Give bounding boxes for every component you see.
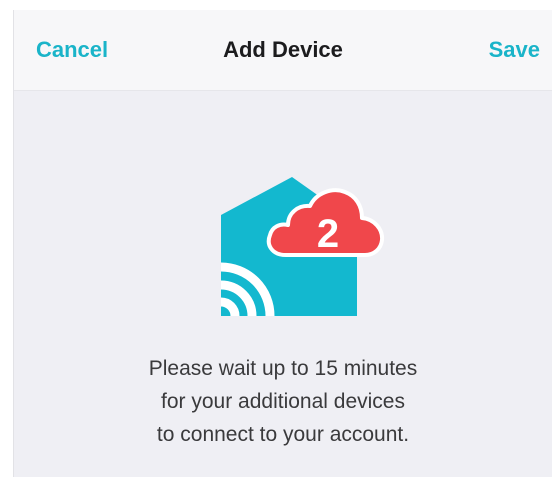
message-line-2: for your additional devices bbox=[161, 390, 405, 413]
add-device-screen: Cancel Add Device Save 2 Please wait up … bbox=[14, 10, 552, 477]
wait-message: Please wait up to 15 minutes for your ad… bbox=[14, 352, 552, 451]
message-line-3: to connect to your account. bbox=[156, 423, 410, 446]
save-button[interactable]: Save bbox=[489, 36, 540, 64]
navigation-bar: Cancel Add Device Save bbox=[14, 10, 552, 91]
message-line-1: Please wait up to 15 minutes bbox=[148, 357, 418, 380]
page-title: Add Device bbox=[223, 37, 343, 62]
smart-home-icon: 2 bbox=[220, 177, 385, 317]
device-illustration: 2 bbox=[204, 175, 394, 320]
badge-count: 2 bbox=[317, 212, 339, 256]
